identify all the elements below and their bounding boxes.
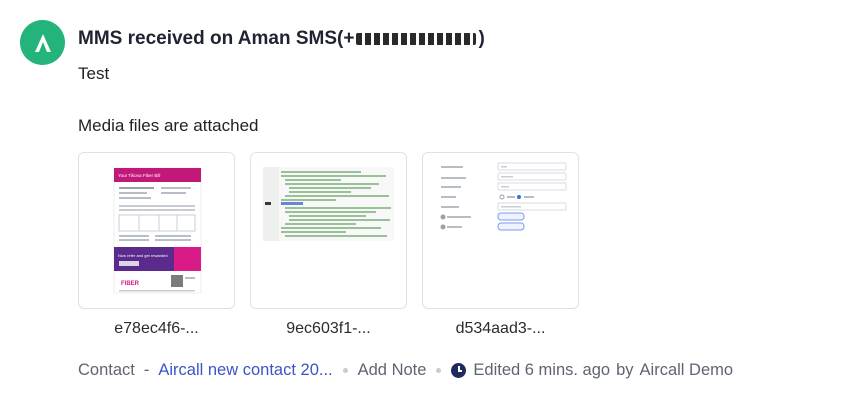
attachment-thumbnail-2[interactable]: [250, 152, 407, 309]
clock-icon: [451, 363, 467, 378]
add-note-button[interactable]: Add Note: [358, 361, 427, 380]
avatar: [20, 20, 65, 65]
contact-link[interactable]: Aircall new contact 20...: [158, 361, 332, 380]
divider-dot: [436, 368, 442, 373]
message-title: MMS received on Aman SMS(+): [78, 28, 485, 50]
divider-dot: [342, 368, 348, 373]
code-screenshot-preview: [263, 167, 394, 241]
message-body: Test: [78, 64, 110, 83]
message-footer: Contact - Aircall new contact 20... Add …: [78, 361, 733, 380]
redacted-phone-number: [356, 32, 477, 45]
attachment-filename-1[interactable]: e78ec4f6-...: [78, 320, 235, 338]
media-files-label: Media files are attached: [78, 116, 259, 135]
bill-document-preview: Your Tikona Fiber Bill Now refer and get…: [113, 167, 202, 294]
contact-label: Contact: [78, 361, 135, 379]
attachment-thumbnail-3[interactable]: [422, 152, 579, 309]
aircall-logo-icon: [34, 33, 51, 52]
attachment-filename-2[interactable]: 9ec603f1-...: [250, 320, 407, 338]
edited-time: Edited 6 mins. ago: [473, 361, 611, 379]
bill-header-text: Your Tikona Fiber Bill: [118, 173, 160, 178]
separator: -: [143, 361, 150, 379]
attachment-thumbnail-1[interactable]: Your Tikona Fiber Bill Now refer and get…: [78, 152, 235, 309]
title-suffix: ): [478, 28, 485, 49]
author-name: Aircall Demo: [639, 361, 734, 379]
form-screenshot-preview: [440, 162, 567, 231]
bill-promo-text: Now refer and get rewarded: [118, 253, 168, 258]
bill-brand-text: FIBER: [121, 281, 140, 287]
title-prefix: MMS received on Aman SMS(+: [78, 28, 355, 49]
by-label: by: [616, 361, 634, 379]
attachment-filename-3[interactable]: d534aad3-...: [422, 320, 579, 338]
